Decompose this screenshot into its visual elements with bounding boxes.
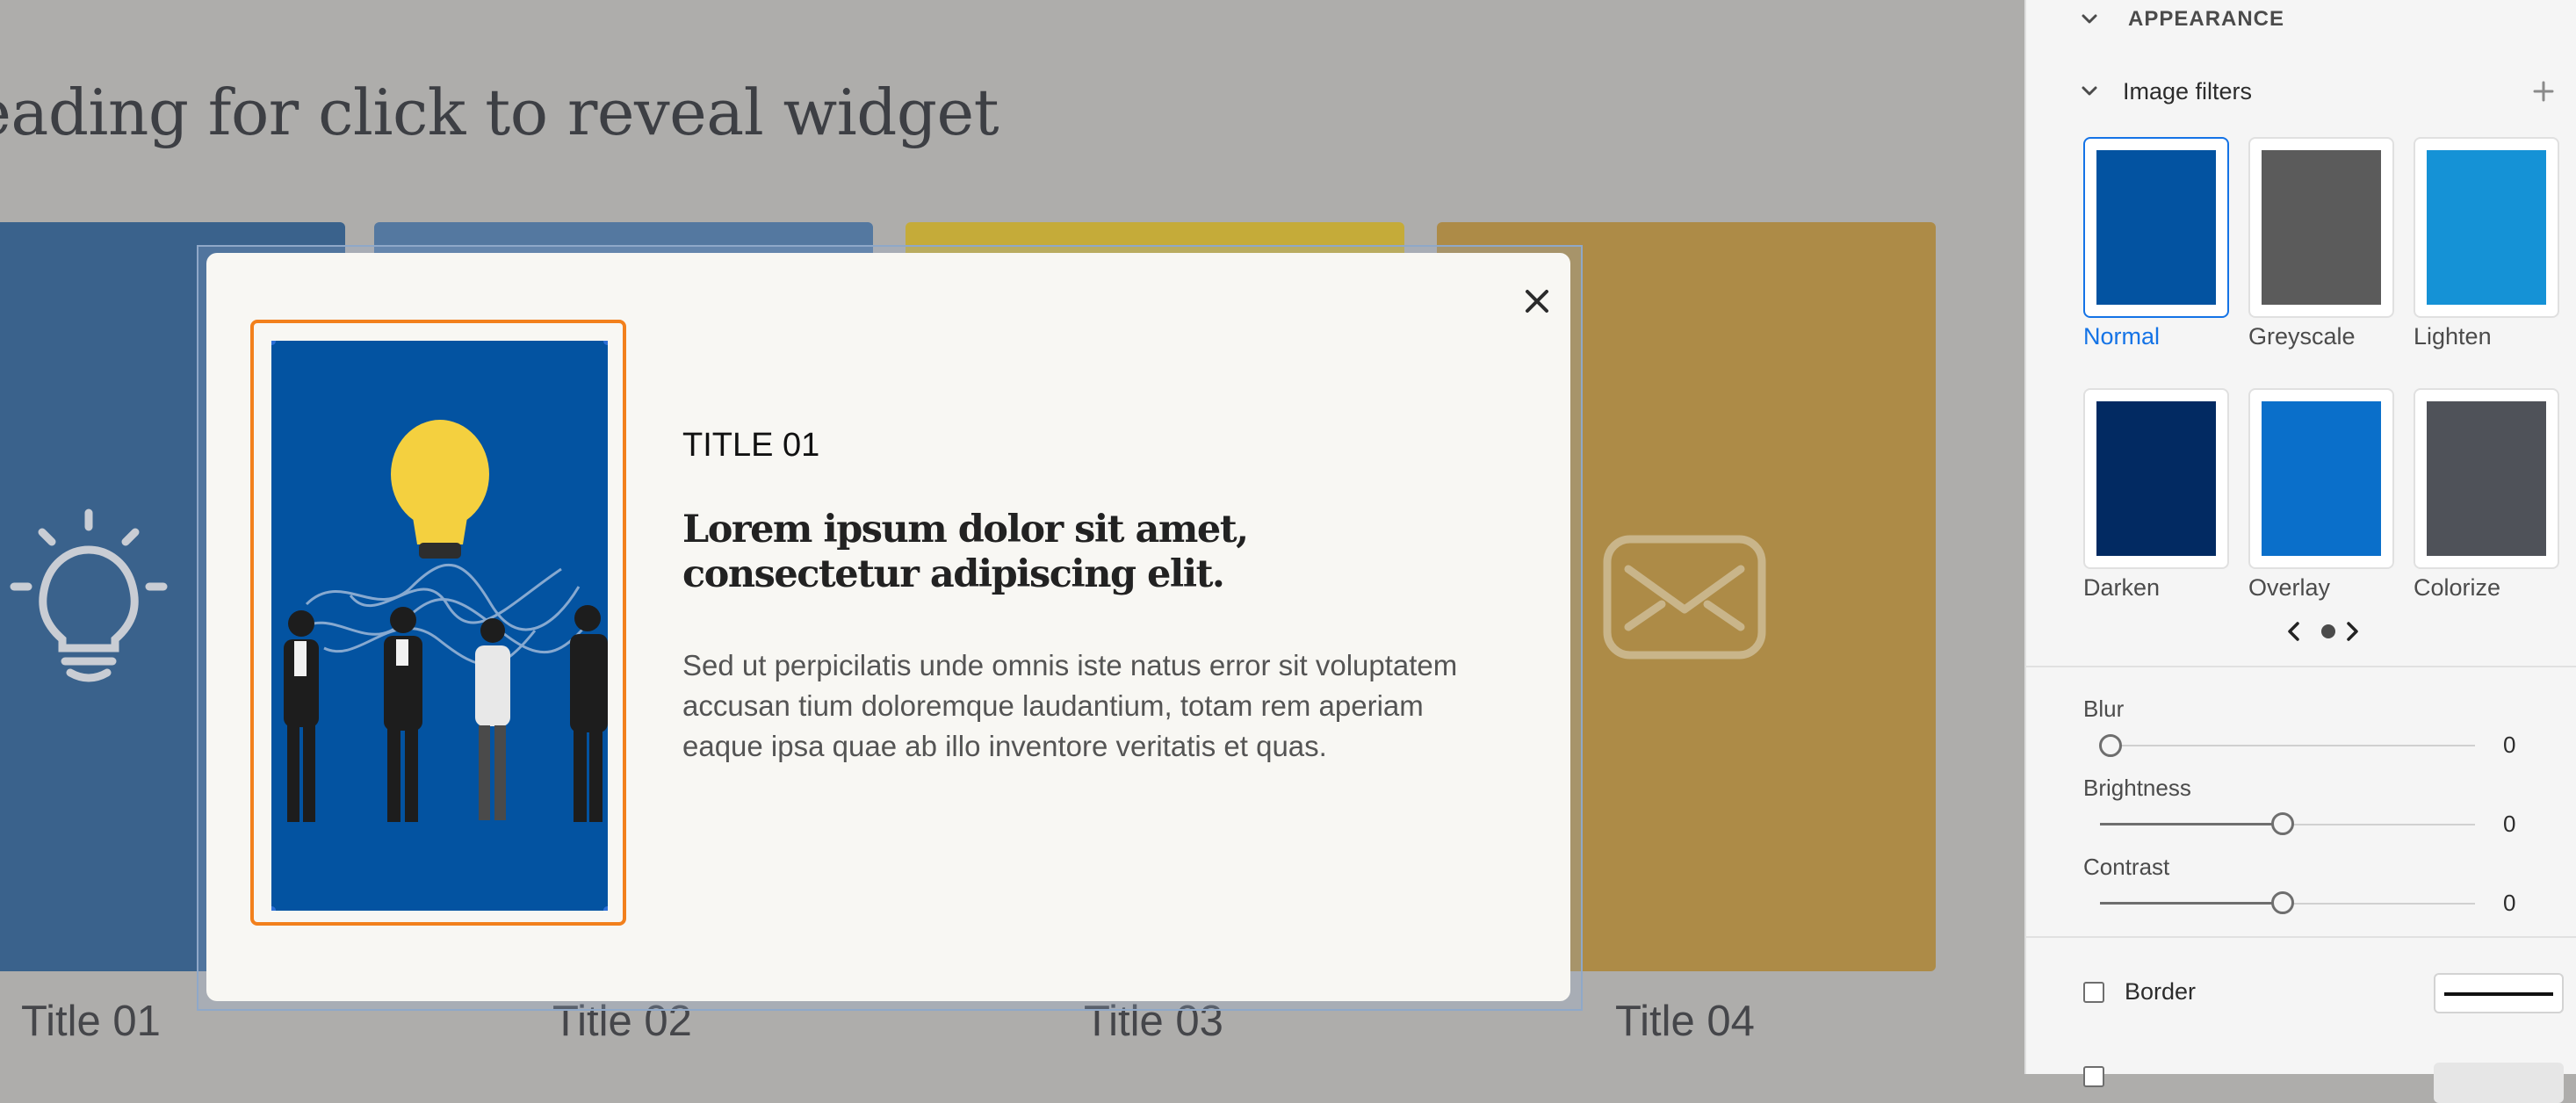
chevron-left-icon[interactable] [2284,620,2304,643]
image-filters-title: Image filters [2123,78,2253,105]
blur-slider-knob[interactable] [2099,734,2122,757]
chevron-right-icon[interactable] [2342,620,2362,643]
filter-label-darken: Darken [2083,574,2161,601]
envelope-icon [1603,535,1766,660]
modal-body: Sed ut perpicilatis unde omnis iste natu… [682,649,1458,762]
pagination-dot[interactable] [2321,624,2335,638]
chevron-down-icon[interactable] [2079,81,2100,102]
filter-label-lighten: Lighten [2414,323,2492,350]
card-label-4: Title 04 [1615,998,1755,1045]
brightness-value[interactable]: 0 [2503,811,2515,838]
plus-icon[interactable] [2531,79,2556,104]
lightbulb-people-illustration [271,341,608,911]
filter-thumb-colorize[interactable] [2414,388,2559,569]
reveal-modal[interactable]: TITLE 01 Lorem ipsum dolor sit amet, con… [206,253,1570,1001]
canvas-area: Heading for click to reveal widget Title… [0,0,2024,1074]
border-line-preview [2444,992,2553,996]
next-row-checkbox[interactable] [2083,1066,2104,1087]
slider-label-blur: Blur [2083,696,2125,722]
slider-label-contrast: Contrast [2083,854,2170,880]
page-heading: Heading for click to reveal widget [0,76,999,149]
filter-preview [2096,401,2216,556]
divider [2026,936,2576,938]
filter-label-overlay: Overlay [2248,574,2331,601]
contrast-slider-fill [2100,902,2272,905]
blur-slider-track[interactable] [2100,745,2475,746]
brightness-slider-fill [2100,823,2272,825]
contrast-slider-knob[interactable] [2271,891,2294,914]
close-icon[interactable] [1515,279,1559,323]
properties-panel: APPEARANCE Image filters Normal Greyscal… [2024,0,2576,1103]
filter-label-colorize: Colorize [2414,574,2501,601]
filter-thumb-lighten[interactable] [2414,137,2559,318]
filter-thumb-normal[interactable] [2083,137,2229,318]
blur-value[interactable]: 0 [2503,732,2515,759]
filter-thumb-greyscale[interactable] [2248,137,2394,318]
chevron-down-icon[interactable] [2079,9,2100,30]
divider [2026,666,2576,667]
filter-label-normal: Normal [2083,323,2161,350]
filter-preview [2427,150,2546,305]
border-label: Border [2125,978,2197,1005]
lightbulb-icon [10,508,168,682]
filter-thumb-overlay[interactable] [2248,388,2394,569]
modal-kicker: TITLE 01 [682,427,820,464]
brightness-slider-knob[interactable] [2271,812,2294,835]
filter-preview [2427,401,2546,556]
filter-preview [2262,150,2381,305]
modal-heading: Lorem ipsum dolor sit amet, consectetur … [682,508,1249,596]
filter-preview [2096,150,2216,305]
contrast-value[interactable]: 0 [2503,890,2515,917]
filter-thumb-darken[interactable] [2083,388,2229,569]
resize-handle[interactable] [603,906,608,911]
next-row-control[interactable] [2434,1063,2564,1103]
card-label-1: Title 01 [21,998,161,1045]
section-title-appearance: APPEARANCE [2128,7,2285,31]
border-checkbox[interactable] [2083,982,2104,1003]
slider-label-brightness: Brightness [2083,775,2191,801]
filter-preview [2262,401,2381,556]
filter-label-greyscale: Greyscale [2248,323,2356,350]
modal-image[interactable] [271,341,608,911]
border-style-picker[interactable] [2434,973,2564,1013]
